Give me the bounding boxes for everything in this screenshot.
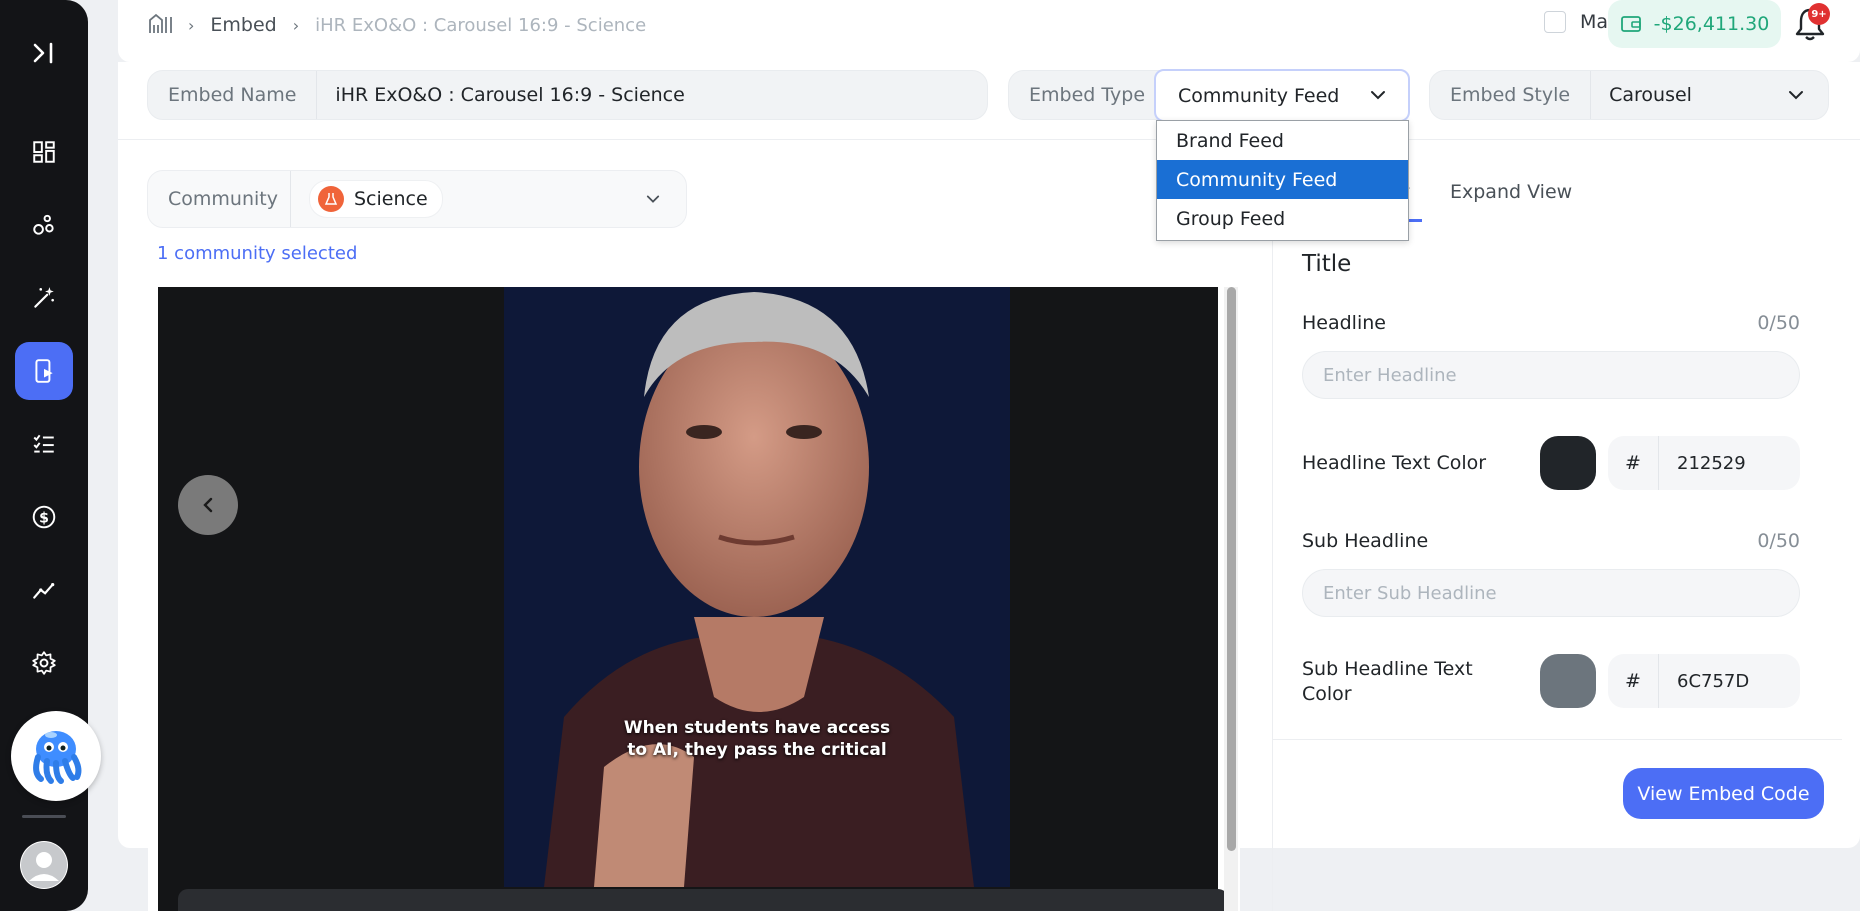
panel-footer-divider xyxy=(1272,739,1842,740)
embed-type-option-group[interactable]: Group Feed xyxy=(1157,199,1408,238)
chevron-down-icon xyxy=(1371,91,1385,100)
sidebar-divider xyxy=(22,815,66,818)
community-chip[interactable]: Science xyxy=(309,180,443,218)
network-icon xyxy=(33,214,54,235)
top-header: › Embed › iHR ExO&O : Carousel 16:9 - Sc… xyxy=(118,0,1860,62)
video-player[interactable]: When students have access to AI, they pa… xyxy=(158,287,1228,911)
expand-sidebar-icon[interactable] xyxy=(27,36,61,70)
video-info-strip xyxy=(178,889,1228,911)
sidebar-item-embed[interactable] xyxy=(15,342,73,400)
video-thumbnail xyxy=(504,287,1010,887)
mark-active-checkbox[interactable] xyxy=(1544,11,1566,33)
subheadline-color-hash: # xyxy=(1608,654,1658,708)
chevron-left-icon xyxy=(203,497,213,513)
notification-badge: 9+ xyxy=(1808,3,1830,25)
sidebar-item-network[interactable] xyxy=(15,196,73,254)
sidebar-item-tasks[interactable] xyxy=(15,415,73,473)
subheadline-label: Sub Headline xyxy=(1302,530,1429,552)
wallet-amount: -$26,411.30 xyxy=(1653,13,1770,35)
chevron-right-icon: › xyxy=(292,15,300,35)
breadcrumb-embed[interactable]: Embed xyxy=(210,14,276,36)
embed-type-dropdown: Brand Feed Community Feed Group Feed xyxy=(1156,120,1409,241)
sidebar-item-dashboard[interactable] xyxy=(15,123,73,181)
community-select[interactable]: Community Science xyxy=(147,170,687,228)
embed-type-option-community[interactable]: Community Feed xyxy=(1157,160,1408,199)
analytics-icon xyxy=(33,582,55,599)
embed-name-label: Embed Name xyxy=(148,71,318,119)
headline-color-swatch[interactable] xyxy=(1540,436,1596,490)
chevron-down-icon[interactable] xyxy=(646,192,660,206)
gear-icon xyxy=(32,651,56,675)
embed-style-value[interactable]: Carousel xyxy=(1591,84,1710,106)
flask-icon xyxy=(318,186,344,212)
headline-input[interactable]: Enter Headline xyxy=(1302,351,1800,399)
chevron-right-icon: › xyxy=(188,15,195,35)
embed-type-option-brand[interactable]: Brand Feed xyxy=(1157,121,1408,160)
magic-wand-icon xyxy=(34,287,54,308)
dollar-icon: $ xyxy=(32,505,56,529)
headline-color-label: Headline Text Color xyxy=(1302,452,1487,474)
sidebar-item-analytics[interactable] xyxy=(15,561,73,619)
carousel-prev-button[interactable] xyxy=(178,475,238,535)
tab-expand-view[interactable]: Expand View xyxy=(1450,181,1572,203)
embed-name-input[interactable]: iHR ExO&O : Carousel 16:9 - Science xyxy=(317,84,702,106)
sidebar-item-magic[interactable] xyxy=(15,269,73,327)
embed-name-field: Embed Name iHR ExO&O : Carousel 16:9 - S… xyxy=(147,70,988,120)
chevron-down-icon[interactable] xyxy=(1788,87,1804,103)
preview-scrollbar-thumb[interactable] xyxy=(1227,287,1236,851)
checklist-icon xyxy=(33,434,54,453)
embed-type-value: Community Feed xyxy=(1178,84,1340,107)
panel-divider xyxy=(1272,140,1273,911)
community-count: 1 community selected xyxy=(157,243,358,264)
embed-style-field: Embed Style Carousel xyxy=(1429,70,1829,120)
breadcrumb: › Embed › iHR ExO&O : Carousel 16:9 - Sc… xyxy=(148,12,646,38)
user-icon xyxy=(21,842,67,888)
embed-device-icon xyxy=(35,359,53,383)
dashboard-icon xyxy=(33,141,55,163)
building-icon[interactable] xyxy=(148,12,174,39)
embed-type-select[interactable]: Community Feed xyxy=(1154,69,1410,122)
assistant-mascot-icon[interactable] xyxy=(11,711,101,801)
community-label: Community xyxy=(148,171,291,227)
sidebar: $ xyxy=(0,0,101,911)
wallet-icon xyxy=(1620,16,1641,32)
user-avatar[interactable] xyxy=(20,841,68,889)
wallet-balance[interactable]: -$26,411.30 xyxy=(1608,0,1781,48)
sidebar-item-finance[interactable]: $ xyxy=(15,488,73,546)
community-chip-label: Science xyxy=(354,188,428,210)
breadcrumb-current: iHR ExO&O : Carousel 16:9 - Science xyxy=(315,14,647,36)
headline-label: Headline xyxy=(1302,312,1386,334)
subheadline-color-swatch[interactable] xyxy=(1540,654,1596,708)
embed-type-label: Embed Type xyxy=(1029,84,1146,106)
embed-preview: When students have access to AI, they pa… xyxy=(148,287,1240,911)
headline-color-input[interactable]: 212529 xyxy=(1658,436,1800,490)
header-divider xyxy=(118,139,1860,140)
sidebar-item-settings[interactable] xyxy=(15,634,73,692)
subheadline-color-input[interactable]: 6C757D xyxy=(1658,654,1800,708)
headline-color-hash: # xyxy=(1608,436,1658,490)
section-title: Title xyxy=(1302,251,1352,277)
embed-style-label: Embed Style xyxy=(1430,71,1592,119)
subheadline-color-label: Sub Headline Text Color xyxy=(1302,658,1473,705)
headline-char-count: 0/50 xyxy=(1757,312,1800,334)
svg-text:$: $ xyxy=(39,510,49,526)
subheadline-input[interactable]: Enter Sub Headline xyxy=(1302,569,1800,617)
video-caption: When students have access to AI, they pa… xyxy=(623,718,891,760)
view-embed-code-button[interactable]: View Embed Code xyxy=(1623,768,1824,819)
subheadline-char-count: 0/50 xyxy=(1757,530,1800,552)
